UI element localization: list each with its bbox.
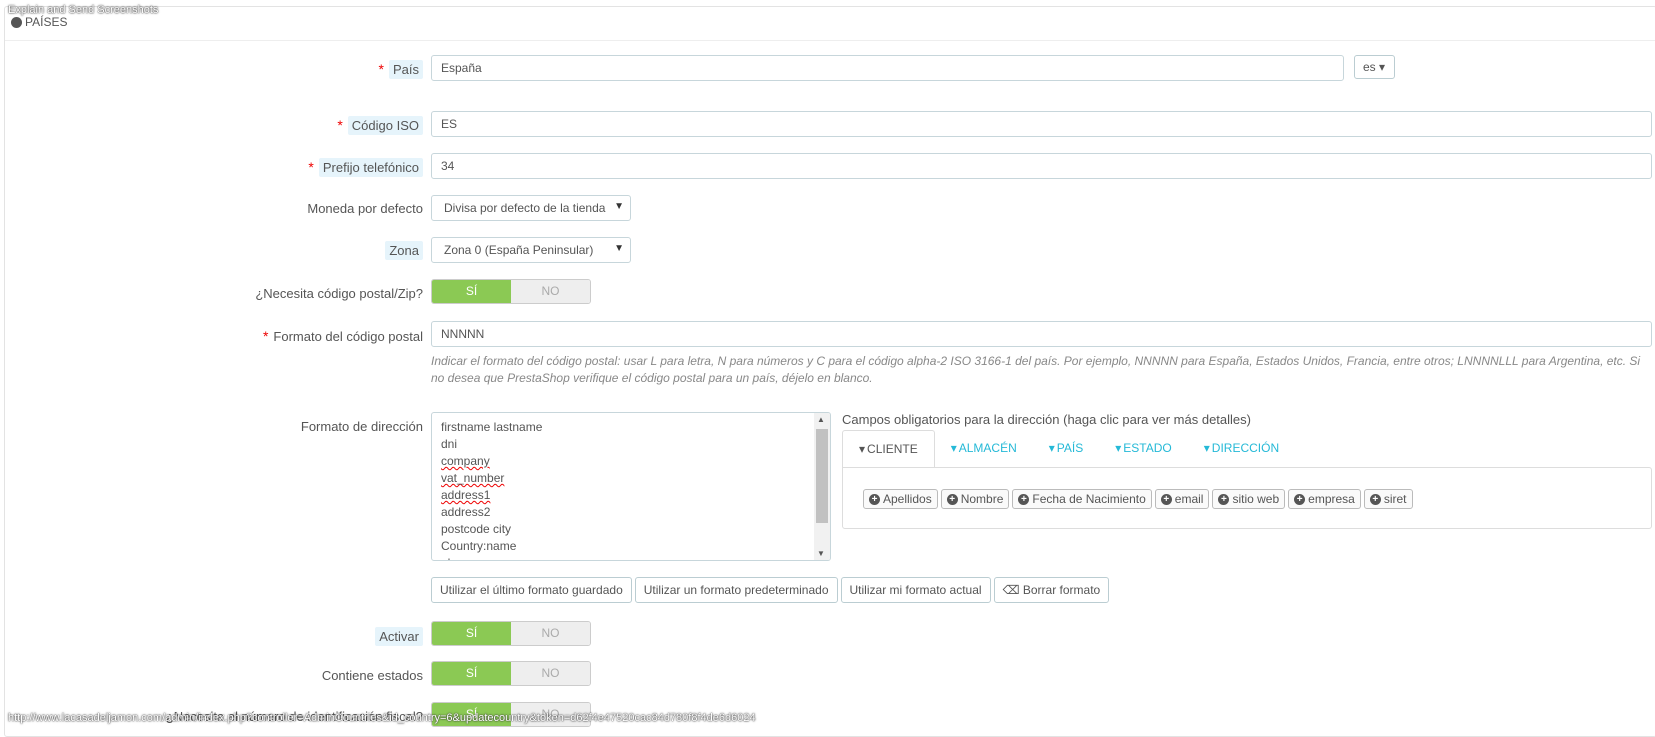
field-chip[interactable]: + Fecha de Nacimiento: [1012, 489, 1152, 509]
address-format-line: postcode city: [441, 522, 512, 536]
plus-circle-icon: +: [1218, 493, 1230, 505]
field-chip[interactable]: + Apellidos: [863, 489, 938, 509]
active-label: Activar: [375, 627, 423, 646]
caret-down-icon: ▾: [1379, 60, 1386, 74]
address-format-line: firstname lastname: [441, 420, 543, 434]
zip-needed-toggle[interactable]: SÍ NO: [431, 279, 591, 304]
toggle-no[interactable]: NO: [511, 662, 590, 685]
contains-states-toggle[interactable]: SÍ NO: [431, 661, 591, 686]
plus-circle-icon: +: [1369, 493, 1381, 505]
clear-format-button[interactable]: ⌫ Borrar formato: [993, 577, 1110, 603]
address-format-line: company: [441, 454, 490, 468]
tab-content: + Apellidos + Nombre + Fecha de Nacimiento + em…: [842, 467, 1652, 529]
use-last-saved-button[interactable]: Utilizar el último formato guardado: [431, 577, 632, 603]
required-fields-title: Campos obligatorios para la dirección (h…: [842, 412, 1251, 427]
caret-down-icon: ▾: [1203, 441, 1210, 455]
address-format-lines: firstname lastname dni company vat_numberad…: [441, 419, 543, 560]
required-fields-tabs: ▾ CLIENTE ▾ ALMACÉN ▾ PAÍS ▾ ESTADO ▾ DIRECCIÓN: [842, 430, 1295, 468]
language-dropdown-button[interactable]: es ▾: [1354, 55, 1395, 79]
screenshot-tool-overlay: Explain and Send Screenshots: [8, 4, 159, 16]
address-format-line: Country:name: [441, 539, 517, 553]
chevron-down-icon: ▼: [611, 201, 624, 212]
caret-down-icon: ▾: [1115, 441, 1122, 455]
address-format-label: Formato de dirección: [300, 419, 423, 434]
toggle-yes[interactable]: SÍ: [432, 622, 511, 645]
caret-down-icon: ▾: [1048, 441, 1055, 455]
textarea-scrollbar[interactable]: ▲ ▼: [814, 413, 830, 560]
iso-code-label: * Código ISO: [337, 116, 423, 135]
scrollbar-thumb[interactable]: [816, 429, 828, 523]
zone-select[interactable]: Zona 0 (España Peninsular) ▼: [431, 237, 631, 263]
panel-title: PAÍSES: [25, 15, 68, 29]
use-current-format-button[interactable]: Utilizar mi formato actual: [840, 577, 991, 603]
zip-format-help: Indicar el formato del código postal: us…: [431, 354, 1641, 385]
plus-circle-icon: +: [1294, 493, 1306, 505]
toggle-no[interactable]: NO: [511, 622, 590, 645]
tab-dirección[interactable]: ▾ DIRECCIÓN: [1188, 430, 1295, 468]
toggle-yes[interactable]: SÍ: [432, 662, 511, 685]
plus-circle-icon: +: [1018, 493, 1030, 505]
panel-heading: PAÍSES: [5, 7, 1655, 41]
eraser-icon: ⌫: [1002, 583, 1020, 597]
address-format-line: address1: [441, 488, 491, 502]
zip-format-label: * Formato del código postal: [262, 328, 423, 344]
iso-code-input[interactable]: [431, 111, 1652, 137]
zip-format-input[interactable]: [431, 321, 1652, 347]
toggle-yes[interactable]: SÍ: [432, 280, 511, 303]
country-label: * País: [378, 60, 423, 79]
field-chip[interactable]: + Nombre: [940, 489, 1010, 509]
call-prefix-label: * Prefijo telefónico: [308, 158, 423, 177]
toggle-no[interactable]: NO: [511, 280, 590, 303]
address-format-textarea[interactable]: firstname lastname dni company vat_numberad…: [431, 412, 831, 561]
tab-país[interactable]: ▾ PAÍS: [1033, 430, 1100, 468]
caret-down-icon: ▾: [950, 441, 957, 455]
globe-icon: [11, 17, 22, 28]
zone-label: Zona: [385, 241, 423, 260]
scroll-down-icon[interactable]: ▼: [817, 549, 825, 558]
currency-select[interactable]: Divisa por defecto de la tienda ▼: [431, 195, 631, 221]
plus-circle-icon: +: [869, 493, 880, 505]
currency-label: Moneda por defecto: [307, 201, 423, 216]
tab-almacén[interactable]: ▾ ALMACÉN: [935, 430, 1033, 468]
field-chip[interactable]: + empresa: [1288, 489, 1361, 509]
address-format-line: dni: [441, 437, 458, 451]
tab-cliente[interactable]: ▾ CLIENTE: [842, 430, 935, 468]
plus-circle-icon: +: [946, 493, 958, 505]
contains-states-label: Contiene estados: [321, 668, 423, 683]
caret-down-icon: ▾: [859, 442, 866, 456]
chevron-down-icon: ▼: [614, 243, 624, 254]
required-marker: *: [378, 61, 384, 77]
country-name-input[interactable]: [431, 55, 1344, 81]
format-buttons: Utilizar el último formato guardado Util…: [431, 577, 1110, 603]
address-format-line: vat_number: [441, 471, 505, 485]
use-default-format-button[interactable]: Utilizar un formato predeterminado: [634, 577, 838, 603]
active-toggle[interactable]: SÍ NO: [431, 621, 591, 646]
field-chip[interactable]: + email: [1154, 489, 1210, 509]
zip-needed-label: ¿Necesita código postal/Zip?: [255, 286, 423, 301]
address-format-line: address2: [441, 505, 491, 519]
field-chip[interactable]: + sitio web: [1212, 489, 1286, 509]
call-prefix-input[interactable]: [431, 153, 1652, 179]
plus-circle-icon: +: [1160, 493, 1172, 505]
field-chip[interactable]: + siret: [1363, 489, 1413, 509]
field-chips: + Apellidos + Nombre + Fecha de Nacimiento + em…: [863, 489, 1413, 509]
scroll-up-icon[interactable]: ▲: [817, 415, 825, 424]
status-bar-url: http://www.lacasadeljamon.com/admin/inde…: [8, 712, 756, 724]
address-format-line: phone: [441, 555, 542, 560]
tab-estado[interactable]: ▾ ESTADO: [1099, 430, 1187, 468]
